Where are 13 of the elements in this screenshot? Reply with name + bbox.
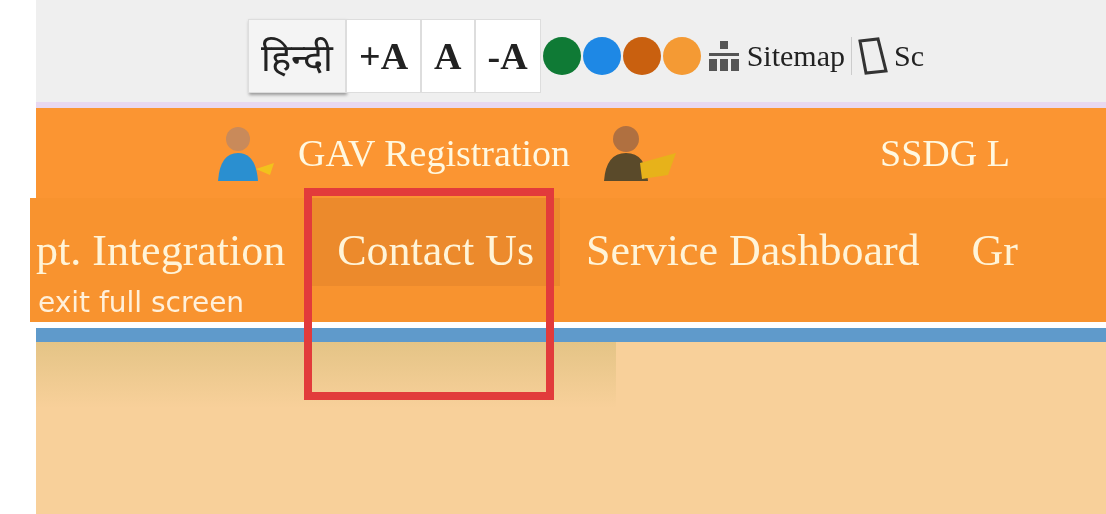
language-button[interactable]: हिन्दी	[248, 19, 346, 93]
font-size-button[interactable]: -A	[474, 19, 541, 93]
screen-reader-link[interactable]: Sc	[851, 37, 924, 75]
sitemap-link[interactable]: Sitemap	[706, 39, 845, 73]
document-icon	[858, 37, 888, 75]
sitemap-icon	[706, 39, 741, 73]
font-size-button[interactable]: A	[421, 19, 475, 93]
theme-swatch[interactable]	[582, 37, 621, 75]
fullscreen-hint: exit full screen	[38, 286, 245, 320]
font-size-button[interactable]: +A	[346, 19, 422, 93]
theme-swatch[interactable]	[542, 37, 581, 75]
theme-swatch[interactable]	[622, 37, 661, 75]
theme-swatch[interactable]	[662, 37, 701, 75]
